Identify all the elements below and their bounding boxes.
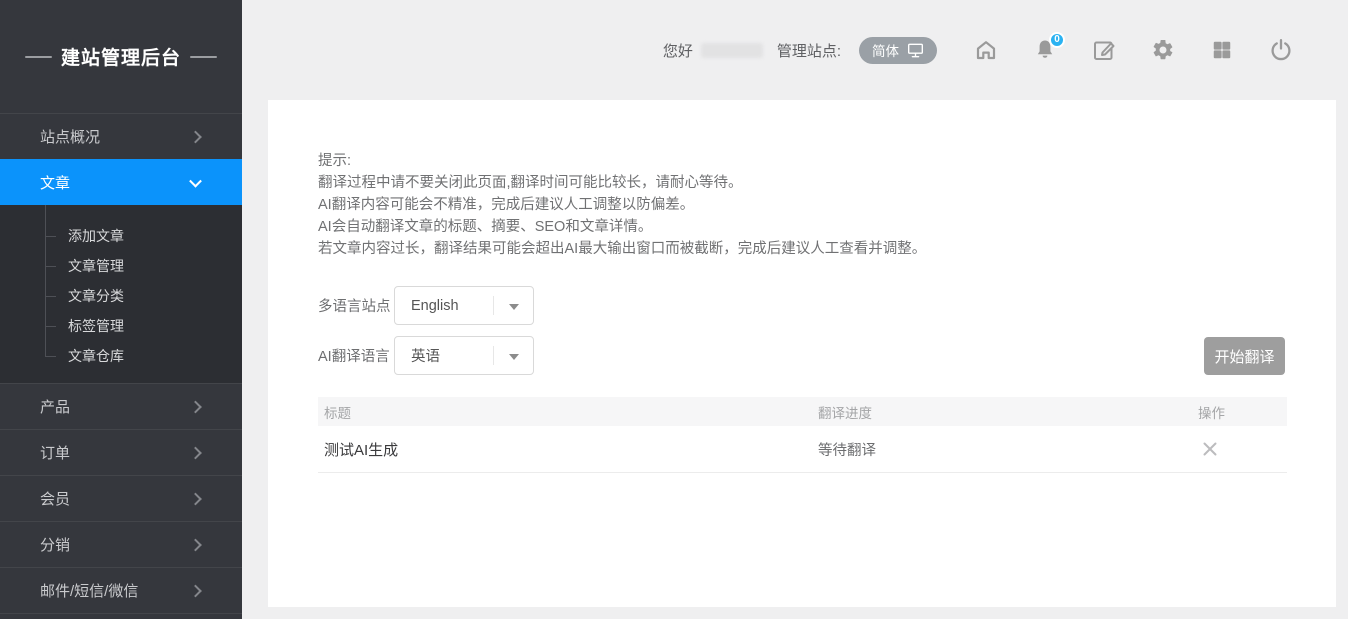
caret-down-icon <box>509 304 519 310</box>
power-icon <box>1269 38 1293 62</box>
chevron-right-icon <box>189 446 202 459</box>
translation-table: 标题 翻译进度 操作 测试AI生成 等待翻译 <box>318 397 1287 473</box>
chevron-down-icon <box>189 174 202 187</box>
username-redacted <box>701 43 763 58</box>
site-language-button[interactable]: 简体 <box>859 37 937 64</box>
start-translation-button[interactable]: 开始翻译 <box>1204 337 1285 375</box>
chevron-right-icon <box>189 538 202 551</box>
sidebar-item-distribution[interactable]: 分销 <box>0 521 242 567</box>
multilang-site-value: English <box>411 298 459 314</box>
submenu-item-article-repository[interactable]: 文章仓库 <box>0 341 242 371</box>
sidebar-item-orders[interactable]: 订单 <box>0 429 242 475</box>
row-title: 测试AI生成 <box>324 439 818 460</box>
gear-icon <box>1151 38 1175 62</box>
select-divider <box>493 296 494 315</box>
ai-language-label: AI翻译语言 <box>318 345 394 366</box>
site-language-label: 简体 <box>872 40 899 60</box>
sidebar-item-label: 站点概况 <box>40 126 100 147</box>
home-button[interactable] <box>974 38 998 62</box>
tip-line: 若文章内容过长，翻译结果可能会超出AI最大输出窗口而被截断，完成后建议人工查看并… <box>318 238 1287 260</box>
multilang-site-select[interactable]: English <box>394 286 534 325</box>
divider <box>0 613 242 614</box>
chevron-right-icon <box>189 584 202 597</box>
sidebar-item-articles[interactable]: 文章 <box>0 159 242 205</box>
sidebar-item-label: 分销 <box>40 534 70 555</box>
close-icon <box>1200 439 1220 459</box>
select-divider <box>493 346 494 365</box>
logout-button[interactable] <box>1269 38 1293 62</box>
sidebar-item-products[interactable]: 产品 <box>0 383 242 429</box>
notifications-button[interactable]: 0 <box>1033 38 1057 62</box>
app-title: 建站管理后台 <box>0 0 242 113</box>
submenu-item-label: 文章仓库 <box>68 346 124 366</box>
title-dash-right <box>190 56 217 58</box>
sidebar-item-label: 邮件/短信/微信 <box>40 580 138 601</box>
tip-line: AI会自动翻译文章的标题、摘要、SEO和文章详情。 <box>318 216 1287 238</box>
title-dash-left <box>25 56 52 58</box>
header-title: 标题 <box>324 402 818 422</box>
ai-language-value: 英语 <box>411 345 440 366</box>
app-title-text: 建站管理后台 <box>61 43 181 70</box>
header-action: 操作 <box>1198 402 1287 422</box>
topbar: 您好 管理站点: 简体 <box>242 0 1348 100</box>
submenu-item-tag-management[interactable]: 标签管理 <box>0 311 242 341</box>
content-card: 提示: 翻译过程中请不要关闭此页面,翻译时间可能比较长，请耐心等待。 AI翻译内… <box>268 100 1336 607</box>
translation-form: 多语言站点 English AI翻译语言 英语 开始翻译 <box>318 286 1287 375</box>
submenu-item-add-article[interactable]: 添加文章 <box>0 221 242 251</box>
greeting-text: 您好 <box>663 40 693 61</box>
sidebar: 建站管理后台 站点概况 文章 添加文章 文章管理 文章分类 标签管理 文章仓库 … <box>0 0 242 619</box>
apps-button[interactable] <box>1210 38 1234 62</box>
submenu-item-article-management[interactable]: 文章管理 <box>0 251 242 281</box>
tip-line: 翻译过程中请不要关闭此页面,翻译时间可能比较长，请耐心等待。 <box>318 172 1287 194</box>
submenu-item-article-categories[interactable]: 文章分类 <box>0 281 242 311</box>
chevron-right-icon <box>189 492 202 505</box>
home-icon <box>974 38 998 62</box>
sidebar-item-label: 订单 <box>40 442 70 463</box>
grid-icon <box>1211 39 1233 61</box>
row-progress: 等待翻译 <box>818 439 1198 460</box>
sidebar-item-label: 产品 <box>40 396 70 417</box>
settings-button[interactable] <box>1151 38 1175 62</box>
tips-title: 提示: <box>318 150 1287 172</box>
edit-icon <box>1092 38 1116 62</box>
notification-badge: 0 <box>1049 32 1065 48</box>
topbar-icons: 0 <box>974 38 1293 62</box>
sidebar-item-site-overview[interactable]: 站点概况 <box>0 113 242 159</box>
sidebar-item-label: 文章 <box>40 172 70 193</box>
submenu-item-label: 标签管理 <box>68 316 124 336</box>
submenu-item-label: 文章分类 <box>68 286 124 306</box>
manage-site-label: 管理站点: <box>777 40 841 61</box>
sidebar-item-label: 会员 <box>40 488 70 509</box>
delete-row-button[interactable] <box>1200 439 1220 459</box>
sidebar-item-messaging[interactable]: 邮件/短信/微信 <box>0 567 242 613</box>
ai-language-select[interactable]: 英语 <box>394 336 534 375</box>
monitor-icon <box>907 43 924 58</box>
multilang-site-label: 多语言站点 <box>318 295 394 316</box>
sidebar-item-members[interactable]: 会员 <box>0 475 242 521</box>
tip-line: AI翻译内容可能会不精准，完成后建议人工调整以防偏差。 <box>318 194 1287 216</box>
compose-button[interactable] <box>1092 38 1116 62</box>
table-row: 测试AI生成 等待翻译 <box>318 426 1287 473</box>
header-progress: 翻译进度 <box>818 402 1198 422</box>
submenu-item-label: 添加文章 <box>68 226 124 246</box>
chevron-right-icon <box>189 400 202 413</box>
tips-block: 提示: 翻译过程中请不要关闭此页面,翻译时间可能比较长，请耐心等待。 AI翻译内… <box>318 150 1287 260</box>
articles-submenu: 添加文章 文章管理 文章分类 标签管理 文章仓库 <box>0 205 242 383</box>
table-header: 标题 翻译进度 操作 <box>318 397 1287 426</box>
caret-down-icon <box>509 354 519 360</box>
chevron-right-icon <box>189 130 202 143</box>
submenu-item-label: 文章管理 <box>68 256 124 276</box>
